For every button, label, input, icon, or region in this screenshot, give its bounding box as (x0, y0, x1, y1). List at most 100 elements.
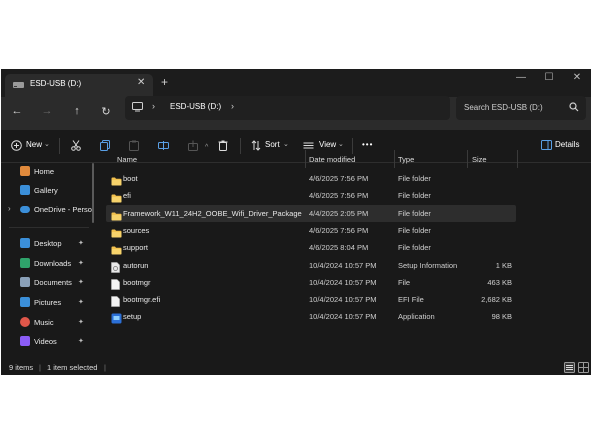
sidebar-item-onedrive[interactable]: › OneDrive - Perso (1, 201, 97, 219)
maximize-button[interactable]: ☐ (540, 72, 558, 83)
column-header-date[interactable]: Date modified (309, 155, 355, 164)
file-row[interactable]: bootmgr.efi 10/4/2024 10:57 PM EFI File 2,6… (106, 291, 516, 308)
sidebar-item-pictures[interactable]: Pictures ✦ (1, 294, 97, 312)
folder-icon (111, 173, 122, 186)
file-type: Application (398, 312, 435, 322)
sidebar-item-label: Pictures (34, 298, 62, 307)
details-button[interactable]: Details (555, 140, 579, 149)
sort-ascending-icon: ^ (205, 144, 209, 151)
column-header-name[interactable]: Name (117, 155, 137, 164)
status-divider: | (39, 363, 41, 372)
sidebar-item-label: Gallery (34, 186, 58, 195)
sidebar-item-label: Home (34, 167, 55, 176)
column-divider[interactable] (467, 150, 468, 168)
column-header-type[interactable]: Type (398, 155, 414, 164)
pictures-icon (20, 297, 30, 307)
minimize-button[interactable]: — (512, 72, 530, 83)
details-pane-icon (541, 140, 552, 150)
file-date: 4/6/2025 7:56 PM (309, 191, 369, 201)
file-type: File folder (398, 208, 431, 218)
new-tab-button[interactable]: + (161, 75, 168, 89)
file-name: bootmgr.efi (123, 295, 161, 305)
settings-file-icon (111, 260, 122, 273)
file-row[interactable]: boot 4/6/2025 7:56 PM File folder (106, 170, 516, 187)
folder-icon (111, 190, 122, 203)
file-type: File folder (398, 174, 431, 183)
file-row[interactable]: sources 4/6/2025 7:56 PM File folder (106, 222, 516, 239)
sidebar-item-downloads[interactable]: Downloads ✦ (1, 255, 97, 273)
pin-icon: ✦ (78, 240, 84, 247)
column-divider[interactable] (394, 150, 395, 168)
sidebar-scrollbar[interactable] (92, 163, 94, 223)
breadcrumb-chevron-icon[interactable]: › (152, 101, 155, 111)
file-row[interactable]: support 4/6/2025 8:04 PM File folder (106, 239, 516, 256)
column-divider[interactable] (305, 150, 306, 168)
cut-icon[interactable] (71, 140, 81, 151)
file-date: 10/4/2024 10:57 PM (309, 260, 377, 270)
folder-icon (111, 242, 122, 255)
item-count: 9 items (9, 363, 34, 372)
documents-icon (20, 277, 30, 287)
file-size: 2,682 KB (481, 295, 512, 305)
refresh-button[interactable]: ↻ (97, 105, 115, 118)
tiles-view-icon[interactable] (578, 362, 589, 373)
sort-button[interactable]: Sort (265, 140, 280, 149)
selection-count: 1 item selected (47, 363, 98, 372)
file-date: 10/4/2024 10:57 PM (309, 312, 377, 322)
file-date: 4/6/2025 7:56 PM (309, 225, 369, 235)
sidebar-item-documents[interactable]: Documents ✦ (1, 274, 97, 292)
pin-icon: ✦ (78, 260, 84, 267)
up-button[interactable]: ↑ (68, 105, 86, 117)
file-name: efi (123, 191, 131, 201)
sidebar-item-videos[interactable]: Videos ✦ (1, 333, 97, 351)
file-type: Setup Information (398, 260, 458, 270)
file-name: bootmgr (123, 277, 151, 287)
more-options-button[interactable]: ••• (362, 140, 373, 149)
close-tab-icon[interactable]: ✕ (137, 77, 145, 88)
sidebar-item-home[interactable]: Home (1, 163, 97, 181)
home-icon (20, 166, 30, 176)
search-input[interactable]: Search ESD-USB (D:) (464, 103, 543, 112)
sidebar-item-label: Downloads (34, 259, 72, 268)
tab-title: ESD-USB (D:) (30, 79, 82, 88)
chevron-down-icon: ⌄ (338, 141, 344, 148)
file-size: 1 KB (495, 260, 512, 270)
forward-button[interactable]: → (38, 105, 56, 117)
search-box[interactable]: Search ESD-USB (D:) (456, 96, 586, 120)
videos-icon (20, 336, 30, 346)
new-button[interactable]: New (26, 140, 42, 149)
file-row[interactable]: autorun 10/4/2024 10:57 PM Setup Informati… (106, 257, 516, 274)
column-header-size[interactable]: Size (472, 155, 487, 164)
details-view-icon[interactable] (564, 362, 575, 373)
close-window-button[interactable]: ✕ (568, 72, 586, 83)
file-row[interactable]: Framework_W11_24H2_OOBE_Wifi_Driver_Pack… (106, 204, 516, 222)
file-row[interactable]: setup 10/4/2024 10:57 PM Application 98 KB (106, 308, 516, 325)
breadcrumb-chevron-icon[interactable]: › (231, 101, 234, 111)
tab-esd-usb[interactable]: ESD-USB (D:) ✕ (5, 74, 153, 97)
file-name: boot (123, 174, 138, 183)
chevron-down-icon: ⌄ (283, 141, 289, 148)
file-type: File folder (398, 191, 431, 201)
file-name: autorun (123, 260, 149, 270)
view-button[interactable]: View (319, 140, 336, 149)
file-date: 4/6/2025 7:56 PM (309, 174, 369, 183)
sidebar-item-label: OneDrive - Perso (34, 205, 92, 214)
file-icon (111, 277, 122, 290)
sidebar-item-label: Videos (34, 337, 57, 346)
file-row[interactable]: efi 4/6/2025 7:56 PM File folder (106, 187, 516, 204)
breadcrumb-current[interactable]: ESD-USB (D:) (170, 102, 221, 111)
sidebar-item-music[interactable]: Music ✦ (1, 314, 97, 332)
search-icon (569, 102, 579, 112)
file-type: File folder (398, 225, 431, 235)
column-divider[interactable] (517, 150, 518, 168)
pin-icon: ✦ (78, 319, 84, 326)
file-icon (111, 294, 122, 307)
address-bar[interactable]: › ESD-USB (D:) › (125, 96, 450, 120)
file-row[interactable]: bootmgr 10/4/2024 10:57 PM File 463 KB (106, 274, 516, 291)
folder-icon (111, 225, 122, 238)
chevron-right-icon[interactable]: › (8, 204, 11, 213)
back-button[interactable]: ← (8, 105, 26, 117)
sidebar-item-gallery[interactable]: Gallery (1, 182, 97, 200)
sidebar-item-desktop[interactable]: Desktop ✦ (1, 235, 97, 253)
chevron-down-icon: ⌄ (44, 141, 50, 148)
